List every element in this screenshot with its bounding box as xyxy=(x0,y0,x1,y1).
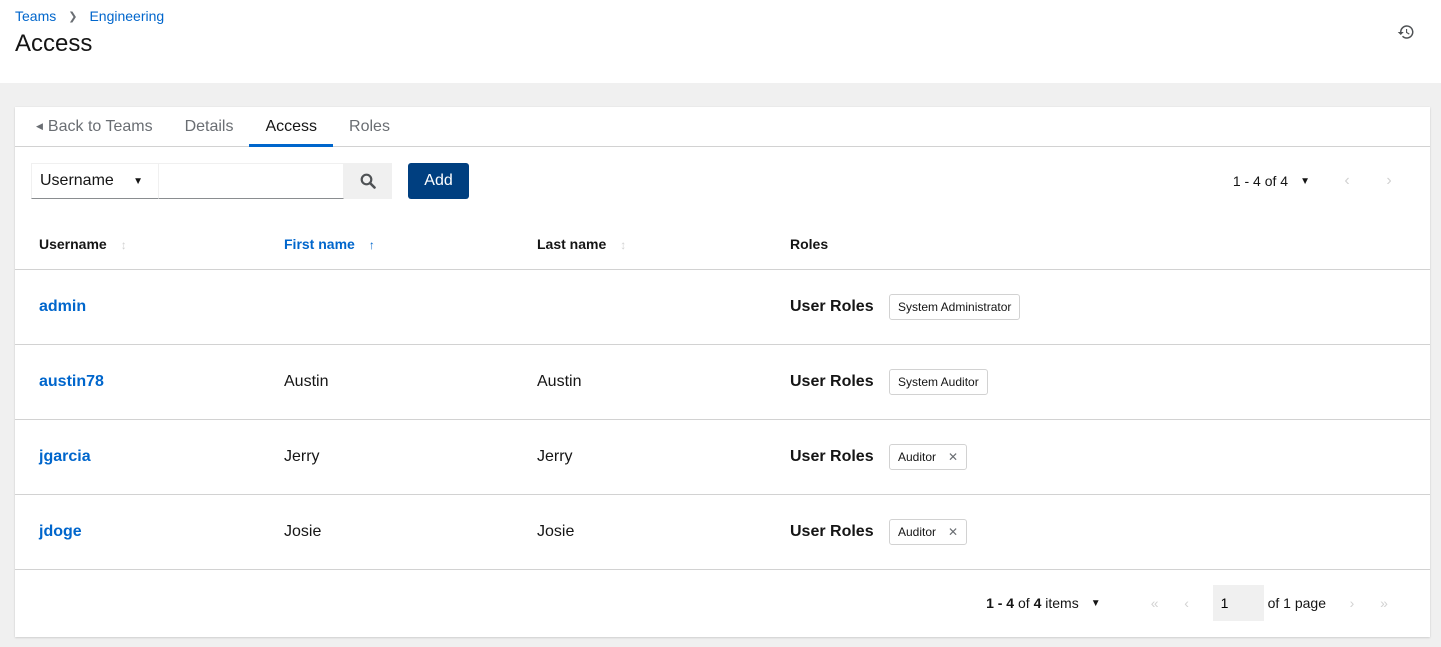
caret-down-icon: ▼ xyxy=(133,175,143,187)
previous-page-button[interactable]: ‹ xyxy=(1171,595,1203,611)
roles-cell: User Roles System Administrator xyxy=(790,293,1430,320)
toolbar: Username ▼ Add xyxy=(31,163,469,199)
per-page-toggle[interactable]: 1 - 4 of 4 items ▼ xyxy=(986,595,1101,611)
search-button[interactable] xyxy=(344,163,392,199)
column-header-username[interactable]: Username ↕ xyxy=(15,219,284,270)
username-link[interactable]: jdoge xyxy=(39,523,82,540)
last-name-cell: Josie xyxy=(537,494,790,570)
total: 4 xyxy=(1033,595,1042,611)
tab-back-to-teams[interactable]: ◀ Back to Teams xyxy=(15,107,169,146)
role-chip: System Administrator xyxy=(889,293,1021,320)
next-page-button[interactable]: › xyxy=(1336,595,1368,611)
search-icon xyxy=(360,173,376,189)
breadcrumb-engineering[interactable]: Engineering xyxy=(89,8,164,24)
caret-down-icon: ▼ xyxy=(1090,597,1101,609)
role-chip-label: Auditor xyxy=(898,449,937,464)
last-name-cell xyxy=(537,269,790,345)
username-link[interactable]: jgarcia xyxy=(39,448,91,465)
per-page-toggle[interactable]: 1 - 4 of 4 ▼ xyxy=(1233,173,1310,189)
table-header-row: Username ↕ First name ↑ Last name ↕ Roles xyxy=(15,219,1430,270)
history-button[interactable] xyxy=(1394,20,1418,44)
tab-bar: ◀ Back to Teams Details Access Roles xyxy=(15,107,1430,147)
roles-label: User Roles xyxy=(790,372,874,390)
table-row: jgarcia Jerry Jerry User Roles Auditor ✕ xyxy=(15,419,1430,495)
tab-details[interactable]: Details xyxy=(169,107,250,146)
roles-cell: User Roles System Auditor xyxy=(790,368,1430,395)
caret-down-icon: ▼ xyxy=(1300,175,1310,187)
column-label: First name xyxy=(284,235,355,252)
top-pagination: 1 - 4 of 4 ▼ ‹ › xyxy=(1233,163,1410,199)
table-row: austin78 Austin Austin User Roles System… xyxy=(15,344,1430,420)
role-chip: System Auditor xyxy=(889,368,988,395)
role-chip-label: System Administrator xyxy=(898,299,1012,314)
first-name-cell xyxy=(284,269,537,345)
tab-access[interactable]: Access xyxy=(249,107,333,147)
sort-icon: ↕ xyxy=(120,237,127,252)
filter-select[interactable]: Username ▼ xyxy=(31,163,159,199)
caret-left-icon: ◀ xyxy=(36,121,43,131)
bottom-pagination: 1 - 4 of 4 items ▼ « ‹ of 1 page › » xyxy=(986,569,1400,637)
first-page-button[interactable]: « xyxy=(1139,595,1171,611)
table-row: jdoge Josie Josie User Roles Auditor ✕ xyxy=(15,494,1430,570)
items-word: items xyxy=(1045,595,1079,611)
username-link[interactable]: austin78 xyxy=(39,373,104,390)
breadcrumb: Teams ❯ Engineering xyxy=(15,8,164,24)
roles-label: User Roles xyxy=(790,447,874,465)
first-name-cell: Austin xyxy=(284,344,537,420)
tab-label: Details xyxy=(184,117,234,135)
table-row: admin User Roles System Administrator xyxy=(15,269,1430,345)
tab-label: Roles xyxy=(349,117,390,135)
role-chip-label: Auditor xyxy=(898,524,937,539)
roles-cell: User Roles Auditor ✕ xyxy=(790,443,1430,470)
previous-page-button[interactable]: ‹ xyxy=(1326,172,1368,190)
page-count: of 1 page xyxy=(1267,595,1326,611)
role-chip-label: System Auditor xyxy=(898,374,979,389)
filter-select-value: Username xyxy=(40,172,114,189)
role-chip: Auditor ✕ xyxy=(889,518,968,545)
chevron-right-icon: ❯ xyxy=(68,10,78,23)
page-title: Access xyxy=(15,30,93,57)
first-name-cell: Josie xyxy=(284,494,537,570)
column-header-roles: Roles xyxy=(790,219,1430,270)
content-card: ◀ Back to Teams Details Access Roles Use… xyxy=(15,107,1430,637)
roles-label: User Roles xyxy=(790,297,874,315)
last-name-cell: Austin xyxy=(537,344,790,420)
last-name-cell: Jerry xyxy=(537,419,790,495)
pagination-count: 1 - 4 of 4 xyxy=(1232,173,1289,189)
next-page-button[interactable]: › xyxy=(1368,172,1410,190)
tab-roles[interactable]: Roles xyxy=(333,107,406,146)
sort-icon: ↕ xyxy=(620,237,627,252)
range: 1 - 4 xyxy=(986,595,1015,611)
column-label: Username xyxy=(39,235,107,252)
sort-ascending-icon: ↑ xyxy=(368,237,375,252)
access-table: Username ↕ First name ↑ Last name ↕ Roles a… xyxy=(15,219,1430,570)
page-header: Teams ❯ Engineering Access xyxy=(0,0,1441,83)
first-name-cell: Jerry xyxy=(284,419,537,495)
of-word: of xyxy=(1017,595,1030,611)
role-chip: Auditor ✕ xyxy=(889,443,968,470)
column-label: Last name xyxy=(537,235,607,252)
username-link[interactable]: admin xyxy=(39,298,86,315)
history-icon xyxy=(1397,25,1414,39)
roles-label: User Roles xyxy=(790,522,874,540)
page-number-input[interactable] xyxy=(1212,585,1264,621)
column-header-first-name[interactable]: First name ↑ xyxy=(284,219,537,270)
tab-label: Back to Teams xyxy=(47,117,153,135)
column-header-last-name[interactable]: Last name ↕ xyxy=(537,219,790,270)
remove-role-icon[interactable]: ✕ xyxy=(948,450,958,464)
tab-label: Access xyxy=(265,117,318,135)
add-button[interactable]: Add xyxy=(408,163,469,199)
last-page-button[interactable]: » xyxy=(1368,595,1400,611)
search-input[interactable] xyxy=(159,163,344,199)
remove-role-icon[interactable]: ✕ xyxy=(948,525,958,539)
breadcrumb-teams[interactable]: Teams xyxy=(15,8,56,24)
roles-cell: User Roles Auditor ✕ xyxy=(790,518,1430,545)
